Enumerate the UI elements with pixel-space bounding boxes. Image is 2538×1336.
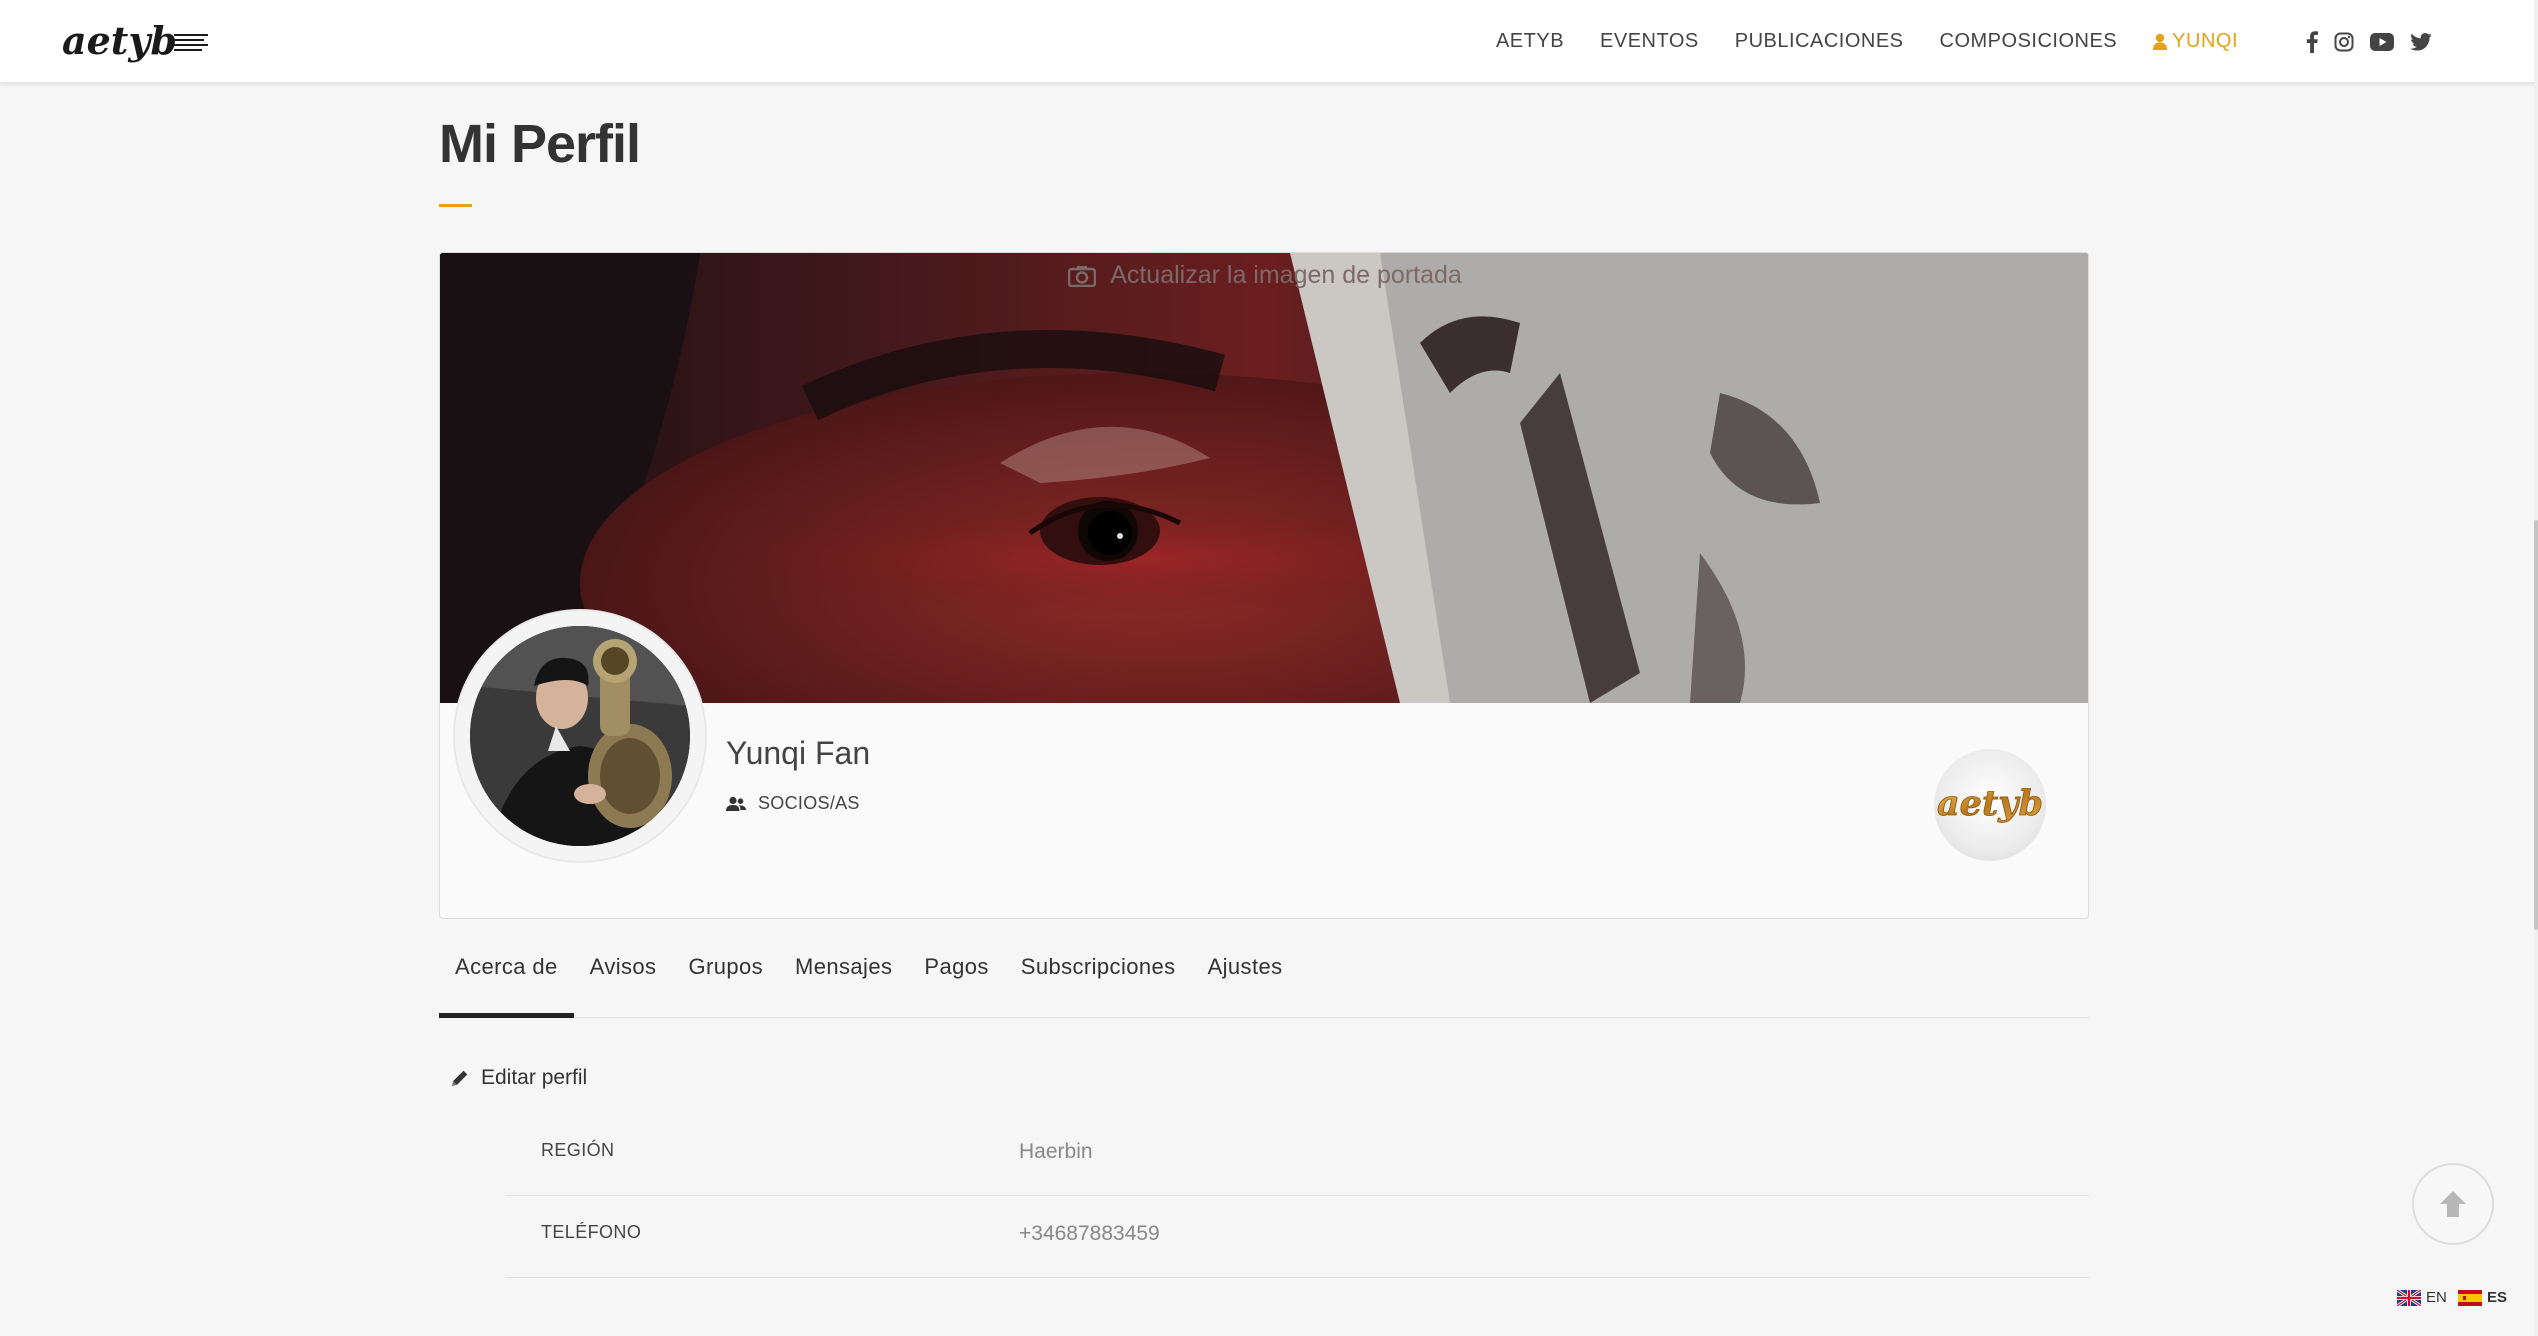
detail-row-telefono: TELÉFONO +34687883459 bbox=[505, 1196, 2089, 1278]
nav-item-eventos[interactable]: EVENTOS bbox=[1600, 30, 1699, 53]
language-es[interactable]: ES bbox=[2458, 1289, 2507, 1306]
profile-role: SOCIOS/AS bbox=[726, 793, 860, 814]
avatar[interactable] bbox=[470, 626, 690, 846]
twitter-icon[interactable] bbox=[2410, 32, 2432, 51]
pencil-icon bbox=[452, 1070, 468, 1086]
users-icon bbox=[726, 796, 746, 811]
camera-icon bbox=[1068, 265, 1097, 287]
language-es-label: ES bbox=[2487, 1289, 2508, 1306]
tab-acerca-de[interactable]: Acerca de bbox=[439, 940, 574, 1018]
nav-item-publicaciones[interactable]: PUBLICACIONES bbox=[1735, 30, 1904, 53]
instagram-icon[interactable] bbox=[2334, 32, 2354, 52]
tab-pagos[interactable]: Pagos bbox=[908, 940, 1004, 1018]
page-title: Mi Perfil bbox=[439, 114, 641, 174]
profile-role-label: SOCIOS/AS bbox=[758, 793, 860, 813]
user-icon bbox=[2153, 33, 2168, 50]
tab-grupos[interactable]: Grupos bbox=[672, 940, 779, 1018]
tab-subscripciones[interactable]: Subscripciones bbox=[1005, 940, 1192, 1018]
update-cover-button[interactable]: Actualizar la imagen de portada bbox=[440, 261, 2088, 290]
tab-ajustes[interactable]: Ajustes bbox=[1192, 940, 1299, 1018]
nav-item-aetyb[interactable]: AETYB bbox=[1496, 30, 1564, 53]
member-badge[interactable]: aetyb bbox=[1934, 749, 2046, 861]
title-underline bbox=[439, 204, 472, 207]
language-en-label: EN bbox=[2426, 1289, 2447, 1306]
edit-profile-link[interactable]: Editar perfil bbox=[451, 1066, 587, 1090]
profile-tabs: Acerca de Avisos Grupos Mensajes Pagos S… bbox=[439, 940, 2089, 1018]
update-cover-label: Actualizar la imagen de portada bbox=[1110, 261, 1462, 289]
user-menu-label: YUNQI bbox=[2172, 30, 2238, 52]
facebook-icon[interactable] bbox=[2306, 30, 2318, 53]
arrow-up-icon bbox=[2440, 1191, 2466, 1217]
badge-logo-text: aetyb bbox=[1937, 783, 2043, 824]
profile-card: Actualizar la imagen de portada Yunqi Fa… bbox=[439, 252, 2089, 919]
scroll-to-top-button[interactable] bbox=[2412, 1163, 2494, 1245]
svg-text:aetyb: aetyb bbox=[62, 18, 177, 63]
scrollbar-thumb[interactable] bbox=[2534, 520, 2538, 930]
main-nav: AETYB EVENTOS PUBLICACIONES COMPOSICIONE… bbox=[1460, 0, 2538, 83]
social-links bbox=[2290, 30, 2432, 53]
nav-item-composiciones[interactable]: COMPOSICIONES bbox=[1940, 30, 2118, 53]
telefono-value: +34687883459 bbox=[1019, 1222, 1160, 1245]
telefono-label: TELÉFONO bbox=[541, 1222, 642, 1242]
site-logo[interactable]: aetyb bbox=[62, 16, 212, 72]
language-en[interactable]: EN bbox=[2397, 1289, 2447, 1306]
profile-name: Yunqi Fan bbox=[726, 735, 871, 771]
cover-image: Actualizar la imagen de portada bbox=[440, 253, 2088, 703]
nav-item-user-menu[interactable]: YUNQI bbox=[2153, 30, 2238, 53]
youtube-icon[interactable] bbox=[2370, 32, 2394, 51]
tab-mensajes[interactable]: Mensajes bbox=[779, 940, 908, 1018]
region-value: Haerbin bbox=[1019, 1140, 1093, 1163]
edit-profile-label: Editar perfil bbox=[481, 1066, 588, 1089]
detail-row-region: REGIÓN Haerbin bbox=[505, 1114, 2089, 1196]
uk-flag-icon bbox=[2397, 1289, 2421, 1306]
region-label: REGIÓN bbox=[541, 1140, 615, 1160]
tab-avisos[interactable]: Avisos bbox=[574, 940, 673, 1018]
avatar-frame bbox=[455, 611, 705, 861]
spain-flag-icon bbox=[2458, 1289, 2482, 1306]
top-navbar: aetyb AETYB EVENTOS PUBLICACIONES COMPOS… bbox=[0, 0, 2538, 83]
